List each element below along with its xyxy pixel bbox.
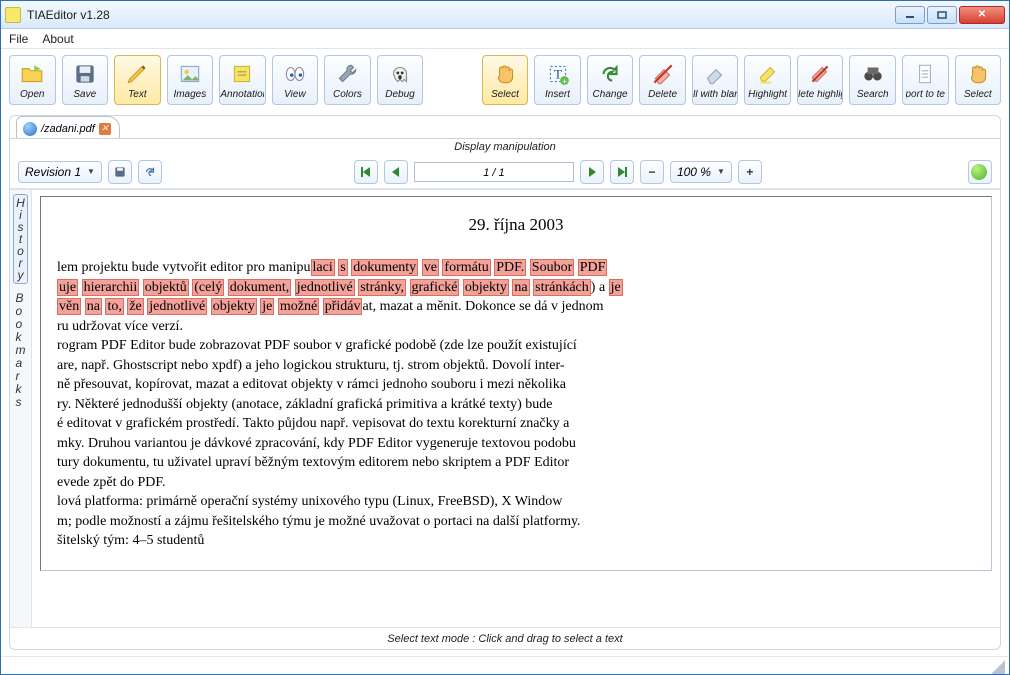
page-counter[interactable]: 1 / 1 bbox=[414, 162, 574, 182]
status-indicator[interactable] bbox=[968, 160, 992, 184]
text-insert-icon: T+ bbox=[544, 60, 572, 88]
maximize-button[interactable] bbox=[927, 6, 957, 24]
port-to-te-button[interactable]: port to te bbox=[902, 55, 949, 105]
highlight-button[interactable]: Highlight bbox=[744, 55, 791, 105]
save-rev-button[interactable] bbox=[108, 160, 132, 184]
resize-grip-area bbox=[1, 656, 1009, 674]
text-line: ru udržovat více verzí. bbox=[57, 318, 975, 336]
fill-blank-button[interactable]: ll with blan bbox=[692, 55, 739, 105]
pdf-page[interactable]: 29. října 2003 lem projektu bude vytvoři… bbox=[40, 196, 992, 571]
resize-grip[interactable] bbox=[991, 660, 1005, 674]
green-dot-icon bbox=[971, 164, 987, 180]
text-line: šitelský tým: 4–5 studentů bbox=[57, 532, 975, 550]
text-line: rogram PDF Editor bude zobrazovat PDF so… bbox=[57, 337, 975, 355]
binoculars-icon bbox=[859, 60, 887, 88]
images-button[interactable]: Images bbox=[167, 55, 214, 105]
main-toolbar: Open Save Text Images Annotations View C… bbox=[1, 49, 1009, 111]
last-page-button[interactable] bbox=[610, 160, 634, 184]
eraser-icon bbox=[701, 60, 729, 88]
view-button[interactable]: View bbox=[272, 55, 319, 105]
minimize-button[interactable] bbox=[895, 6, 925, 24]
revision-combo[interactable]: Revision 1 ▼ bbox=[18, 161, 102, 183]
text-button[interactable]: Text bbox=[114, 55, 161, 105]
highlighter-icon bbox=[754, 60, 782, 88]
zoom-out-button[interactable]: − bbox=[640, 160, 664, 184]
delete-button[interactable]: Delete bbox=[639, 55, 686, 105]
change-button[interactable]: Change bbox=[587, 55, 634, 105]
eraser-icon bbox=[649, 60, 677, 88]
text-line: é editovat v grafickém prostředí. Takto … bbox=[57, 415, 975, 433]
document-icon bbox=[911, 60, 939, 88]
client-area: /zadani.pdf ✕ Display manipulation Revis… bbox=[9, 115, 1001, 650]
text-line: lová platforma: primárně operační systém… bbox=[57, 493, 975, 511]
menu-file[interactable]: File bbox=[9, 32, 28, 46]
first-page-button[interactable] bbox=[354, 160, 378, 184]
text-line: ně přesouvat, kopírovat, mazat a editova… bbox=[57, 376, 975, 394]
status-bar: Select text mode : Click and drag to sel… bbox=[10, 627, 1000, 649]
display-manipulation-label: Display manipulation bbox=[10, 138, 1000, 155]
titlebar: TIAEditor v1.28 ✕ bbox=[1, 1, 1009, 29]
text-line: uje hierarchii objektů (celý dokument, j… bbox=[57, 279, 975, 297]
bookmarks-tab[interactable]: Bookmarks bbox=[16, 292, 26, 409]
chevron-down-icon: ▼ bbox=[87, 167, 95, 176]
annotations-button[interactable]: Annotations bbox=[219, 55, 266, 105]
side-strip: History Bookmarks bbox=[10, 190, 32, 627]
text-line: tury dokumentu, tu uživatel upraví běžný… bbox=[57, 454, 975, 472]
document-area: History Bookmarks 29. října 2003 lem pro… bbox=[10, 189, 1000, 627]
close-button[interactable]: ✕ bbox=[959, 6, 1005, 24]
text-line: mky. Druhou variantou je dávkové zpracov… bbox=[57, 435, 975, 453]
zoom-combo[interactable]: 100 % ▼ bbox=[670, 161, 732, 183]
history-tab[interactable]: History bbox=[13, 194, 28, 284]
text-line: věn na to, že jednotlivé objekty je možn… bbox=[57, 298, 975, 316]
chevron-down-icon: ▼ bbox=[717, 167, 725, 176]
globe-icon bbox=[23, 122, 37, 136]
tabbar: /zadani.pdf ✕ bbox=[10, 116, 1000, 138]
tab-label: /zadani.pdf bbox=[41, 123, 95, 135]
folder-open-icon bbox=[18, 60, 46, 88]
text-line: lem projektu bude vytvořit editor pro ma… bbox=[57, 259, 975, 277]
hand-icon bbox=[491, 60, 519, 88]
app-icon bbox=[5, 7, 21, 23]
picture-icon bbox=[176, 60, 204, 88]
text-line: m; podle možností a zájmu řešitelského t… bbox=[57, 513, 975, 531]
menubar: File About bbox=[1, 29, 1009, 49]
save-button[interactable]: Save bbox=[62, 55, 109, 105]
text-line: evede zpět do PDF. bbox=[57, 474, 975, 492]
control-bar: Revision 1 ▼ 1 / 1 − 100 % ▼ + bbox=[10, 155, 1000, 189]
pencil-icon bbox=[123, 60, 151, 88]
app-window: TIAEditor v1.28 ✕ File About Open Save T… bbox=[0, 0, 1010, 675]
eyes-icon bbox=[281, 60, 309, 88]
note-icon bbox=[228, 60, 256, 88]
document-scroll[interactable]: 29. října 2003 lem projektu bude vytvoři… bbox=[32, 190, 1000, 627]
document-tab[interactable]: /zadani.pdf ✕ bbox=[16, 116, 120, 138]
ghost-icon bbox=[386, 60, 414, 88]
svg-text:+: + bbox=[561, 76, 566, 86]
prev-page-button[interactable] bbox=[384, 160, 408, 184]
text-line: ry. Některé jednodušší objekty (anotace,… bbox=[57, 396, 975, 414]
text-line: are, např. Ghostscript nebo xpdf) a jeho… bbox=[57, 357, 975, 375]
select-button[interactable]: Select bbox=[482, 55, 529, 105]
highlighter-delete-icon bbox=[806, 60, 834, 88]
hand-icon bbox=[964, 60, 992, 88]
search-button[interactable]: Search bbox=[849, 55, 896, 105]
window-title: TIAEditor v1.28 bbox=[27, 8, 895, 22]
open-button[interactable]: Open bbox=[9, 55, 56, 105]
colors-button[interactable]: Colors bbox=[324, 55, 371, 105]
zoom-in-button[interactable]: + bbox=[738, 160, 762, 184]
wrench-icon bbox=[333, 60, 361, 88]
debug-button[interactable]: Debug bbox=[377, 55, 424, 105]
refresh-icon bbox=[596, 60, 624, 88]
menu-about[interactable]: About bbox=[42, 32, 73, 46]
tab-close-icon[interactable]: ✕ bbox=[99, 123, 111, 135]
insert-button[interactable]: T+ Insert bbox=[534, 55, 581, 105]
doc-date: 29. října 2003 bbox=[57, 215, 975, 235]
refresh-rev-button[interactable] bbox=[138, 160, 162, 184]
next-page-button[interactable] bbox=[580, 160, 604, 184]
floppy-icon bbox=[71, 60, 99, 88]
delete-highlight-button[interactable]: lete highlig bbox=[797, 55, 844, 105]
select2-button[interactable]: Select bbox=[955, 55, 1002, 105]
